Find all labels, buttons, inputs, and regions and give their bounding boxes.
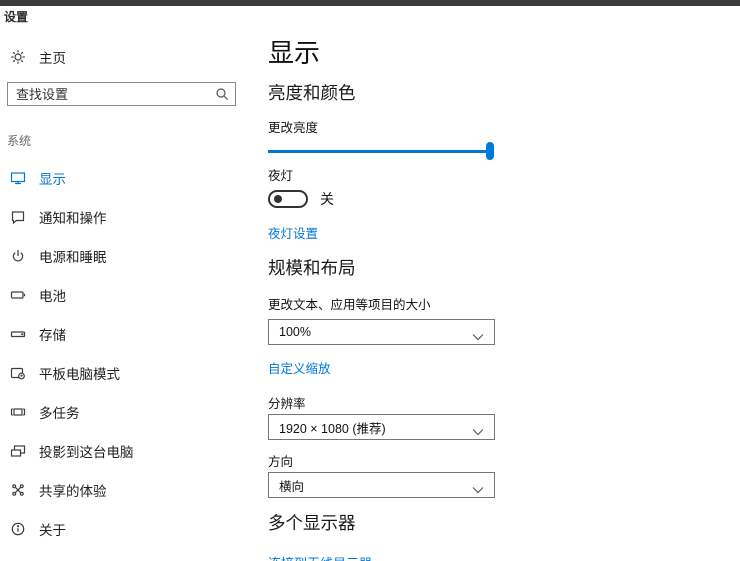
sidebar-item-label: 存储 xyxy=(39,324,66,344)
sidebar-item-label: 关于 xyxy=(39,519,66,539)
sidebar-item-power-sleep[interactable]: 电源和睡眠 xyxy=(0,236,256,275)
sidebar-item-label: 平板电脑模式 xyxy=(39,363,120,383)
sidebar-item-label: 电池 xyxy=(39,285,66,305)
search-box[interactable] xyxy=(7,82,236,106)
about-icon xyxy=(10,521,26,537)
section-heading-brightness: 亮度和颜色 xyxy=(268,82,730,104)
sidebar-item-battery[interactable]: 电池 xyxy=(0,275,256,314)
connect-wireless-display-link[interactable]: 连接到无线显示器 xyxy=(268,553,372,561)
multitask-icon xyxy=(10,404,26,420)
sidebar-item-about[interactable]: 关于 xyxy=(0,509,256,548)
gear-icon xyxy=(10,49,26,65)
sidebar-item-label: 通知和操作 xyxy=(39,207,107,227)
sidebar-item-label: 投影到这台电脑 xyxy=(39,441,134,461)
night-light-toggle-row: 关 xyxy=(268,189,730,209)
notifications-icon xyxy=(10,209,26,225)
resolution-dropdown-label: 分辨率 xyxy=(268,396,730,412)
page-title: 显示 xyxy=(268,38,730,68)
toggle-knob xyxy=(274,195,282,203)
sidebar-group-label: 系统 xyxy=(7,132,256,149)
night-light-settings-link[interactable]: 夜灯设置 xyxy=(268,223,318,242)
storage-icon xyxy=(10,326,26,342)
sidebar-item-label: 显示 xyxy=(39,168,66,188)
scale-dropdown-value: 100% xyxy=(279,325,311,339)
shared-experiences-icon xyxy=(10,482,26,498)
slider-track[interactable] xyxy=(268,150,494,153)
section-heading-scale-layout: 规模和布局 xyxy=(268,257,730,279)
sidebar-item-storage[interactable]: 存储 xyxy=(0,314,256,353)
sidebar: 主页 系统 显示 xyxy=(0,6,256,548)
sidebar-item-label: 电源和睡眠 xyxy=(39,246,107,266)
sidebar-item-notifications[interactable]: 通知和操作 xyxy=(0,197,256,236)
chevron-down-icon xyxy=(472,481,484,489)
main-content: 显示 亮度和颜色 更改亮度 夜灯 关 夜灯设置 规模和布局 更改文本、应用等项目… xyxy=(268,6,730,561)
sidebar-item-multitasking[interactable]: 多任务 xyxy=(0,392,256,431)
custom-scaling-link[interactable]: 自定义缩放 xyxy=(268,358,331,377)
sidebar-item-projecting[interactable]: 投影到这台电脑 xyxy=(0,431,256,470)
orientation-dropdown[interactable]: 横向 xyxy=(268,472,495,498)
chevron-down-icon xyxy=(472,423,484,431)
orientation-dropdown-label: 方向 xyxy=(268,454,730,470)
orientation-dropdown-value: 横向 xyxy=(279,476,304,495)
project-icon xyxy=(10,443,26,459)
sidebar-item-shared-experiences[interactable]: 共享的体验 xyxy=(0,470,256,509)
night-light-label: 夜灯 xyxy=(268,168,730,184)
search-icon[interactable] xyxy=(215,87,229,101)
slider-thumb[interactable] xyxy=(486,142,494,160)
power-icon xyxy=(10,248,26,264)
resolution-dropdown-value: 1920 × 1080 (推荐) xyxy=(279,418,386,437)
scale-dropdown-label: 更改文本、应用等项目的大小 xyxy=(268,297,730,313)
search-input[interactable] xyxy=(16,87,215,102)
brightness-slider-label: 更改亮度 xyxy=(268,120,730,136)
sidebar-item-label: 共享的体验 xyxy=(39,480,107,500)
display-icon xyxy=(10,170,26,186)
brightness-slider[interactable] xyxy=(268,142,494,160)
sidebar-item-display[interactable]: 显示 xyxy=(0,158,256,197)
chevron-down-icon xyxy=(472,328,484,336)
sidebar-nav: 显示 通知和操作 电源和睡眠 xyxy=(0,158,256,548)
resolution-dropdown[interactable]: 1920 × 1080 (推荐) xyxy=(268,414,495,440)
night-light-toggle[interactable] xyxy=(268,190,308,208)
tablet-mode-icon xyxy=(10,365,26,381)
settings-window: 设置 主页 系统 xyxy=(0,0,740,561)
sidebar-item-label: 多任务 xyxy=(39,402,80,422)
section-heading-multiple-displays: 多个显示器 xyxy=(268,512,730,534)
sidebar-item-label: 主页 xyxy=(39,47,66,67)
toggle-state-text: 关 xyxy=(320,189,334,209)
sidebar-item-home[interactable]: 主页 xyxy=(10,46,256,68)
battery-icon xyxy=(10,287,26,303)
sidebar-item-tablet-mode[interactable]: 平板电脑模式 xyxy=(0,353,256,392)
scale-dropdown[interactable]: 100% xyxy=(268,319,495,345)
